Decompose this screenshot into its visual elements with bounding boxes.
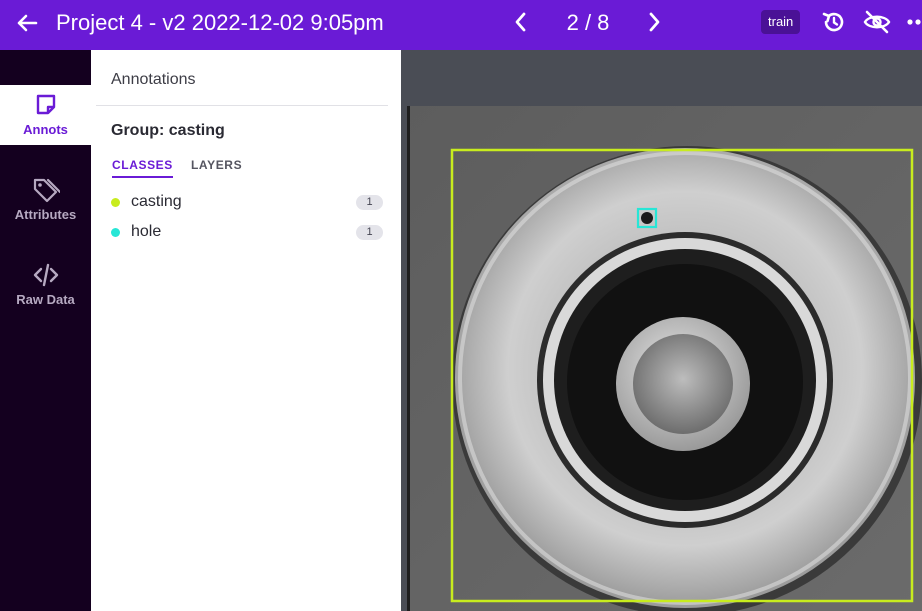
eye-off-icon xyxy=(863,10,891,34)
class-color-dot xyxy=(111,198,120,207)
class-name: hole xyxy=(131,223,162,240)
more-horizontal-icon xyxy=(907,19,921,25)
group-title: Group: casting xyxy=(111,122,225,139)
tab-layers[interactable]: LAYERS xyxy=(191,158,242,176)
chevron-right-icon xyxy=(649,12,660,32)
class-item-casting[interactable]: casting 1 xyxy=(111,191,383,215)
tab-classes[interactable]: CLASSES xyxy=(112,158,173,178)
sidebar-item-label: Attributes xyxy=(14,207,77,222)
sidebar-item-label: Raw Data xyxy=(16,292,75,307)
sidebar-top-block xyxy=(0,50,91,85)
class-count-badge: 1 xyxy=(356,225,383,240)
class-color-dot xyxy=(111,228,120,237)
previous-image-button[interactable] xyxy=(508,9,534,35)
class-name: casting xyxy=(131,193,182,210)
sidebar-item-attributes[interactable]: Attributes xyxy=(0,176,91,236)
history-button[interactable] xyxy=(820,8,848,36)
casting-center-hole xyxy=(633,334,733,434)
defect-hole xyxy=(641,212,653,224)
tag-icon xyxy=(32,176,61,204)
sidebar-item-annots[interactable]: Annots xyxy=(0,91,91,151)
chevron-left-icon xyxy=(515,12,526,32)
image-viewport[interactable] xyxy=(407,106,922,611)
annotations-panel: Annotations Group: casting CLASSES LAYER… xyxy=(91,50,401,611)
sidebar-item-raw-data[interactable]: Raw Data xyxy=(0,261,91,321)
arrow-left-icon xyxy=(17,14,38,32)
top-bar: Project 4 - v2 2022-12-02 9:05pm 2 / 8 t… xyxy=(0,0,922,50)
image-canvas[interactable] xyxy=(401,50,922,611)
image-pager: 2 / 8 xyxy=(566,10,610,35)
history-icon xyxy=(822,12,844,32)
split-badge[interactable]: train xyxy=(761,10,801,34)
class-count-badge: 1 xyxy=(356,195,383,210)
class-item-hole[interactable]: hole 1 xyxy=(111,221,383,245)
casting-image xyxy=(407,106,922,611)
panel-title: Annotations xyxy=(111,71,196,88)
page-title: Project 4 - v2 2022-12-02 9:05pm xyxy=(56,10,384,35)
code-icon xyxy=(32,261,60,289)
divider xyxy=(96,105,388,106)
back-button[interactable] xyxy=(10,6,44,40)
sidebar-item-label: Annots xyxy=(23,122,68,137)
more-options-button[interactable] xyxy=(906,8,922,36)
next-image-button[interactable] xyxy=(641,9,667,35)
hide-annotations-button[interactable] xyxy=(862,8,892,36)
sidebar: Annots Attributes Raw Data xyxy=(0,50,91,611)
sticky-note-icon xyxy=(32,91,60,119)
